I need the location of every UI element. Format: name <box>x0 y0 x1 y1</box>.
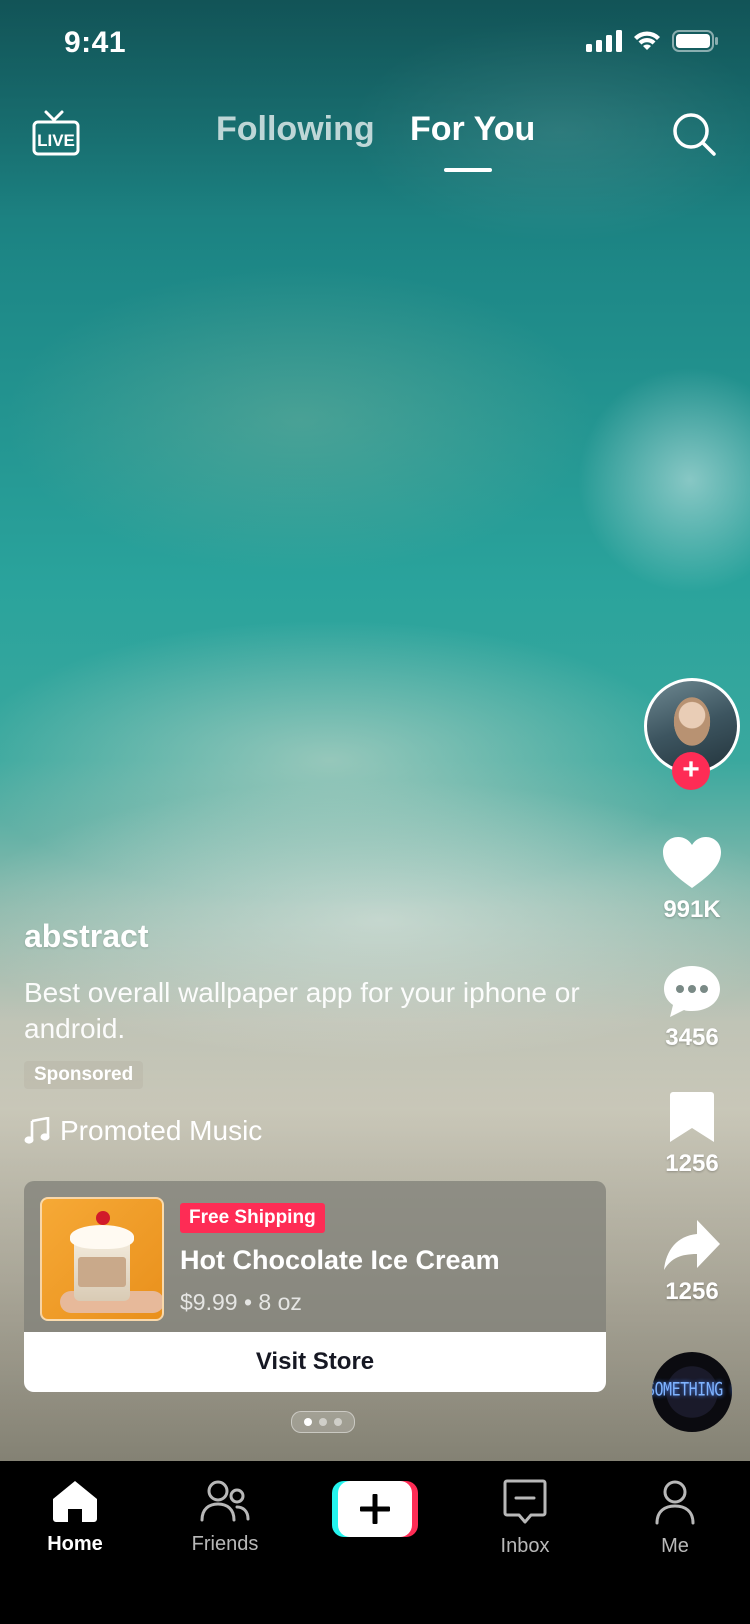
create-plus-icon <box>360 1494 390 1524</box>
share-action[interactable]: 1256 <box>640 1218 744 1306</box>
active-tab-indicator <box>444 168 492 172</box>
nav-me[interactable]: Me <box>615 1479 735 1558</box>
create-button[interactable] <box>332 1481 418 1537</box>
heart-icon <box>663 837 721 888</box>
page-dot-3 <box>334 1418 342 1426</box>
music-label: Promoted Music <box>60 1115 263 1146</box>
save-action[interactable]: 1256 <box>640 1090 744 1178</box>
wifi-icon <box>634 31 660 50</box>
follow-button[interactable]: + <box>672 752 710 790</box>
nav-home-label: Home <box>47 1533 103 1555</box>
top-nav: LIVE Following For You <box>0 100 750 180</box>
svg-text:LIVE: LIVE <box>37 131 75 150</box>
battery-icon <box>672 30 718 52</box>
share-count: 1256 <box>665 1278 719 1305</box>
post-description: Best overall wallpaper app for your ipho… <box>24 977 580 1044</box>
profile-icon <box>655 1480 695 1525</box>
live-tv-icon: LIVE <box>32 110 80 156</box>
comment-action[interactable]: 3456 <box>640 964 744 1052</box>
share-arrow-icon <box>664 1220 720 1270</box>
page-indicator <box>291 1411 355 1433</box>
post-caption: abstract Best overall wallpaper app for … <box>24 918 584 1147</box>
status-bar: 9:41 <box>0 0 750 90</box>
nav-inbox-label: Inbox <box>500 1535 550 1557</box>
search-icon <box>673 113 716 156</box>
free-shipping-badge: Free Shipping <box>180 1203 325 1233</box>
save-count: 1256 <box>665 1150 719 1177</box>
cellular-signal-icon <box>586 30 622 52</box>
nav-home[interactable]: Home <box>15 1479 135 1556</box>
page-dot-2 <box>319 1418 327 1426</box>
live-button[interactable]: LIVE <box>30 108 82 158</box>
product-price-size: $9.99 • 8 oz <box>180 1289 302 1315</box>
product-card[interactable]: Free Shipping Hot Chocolate Ice Cream $9… <box>24 1181 606 1392</box>
comment-count: 3456 <box>665 1024 719 1051</box>
like-count: 991K <box>663 896 721 923</box>
music-note-icon <box>24 1117 50 1144</box>
nav-inbox[interactable]: Inbox <box>465 1479 585 1558</box>
post-username[interactable]: abstract <box>24 918 584 955</box>
product-info[interactable]: Free Shipping Hot Chocolate Ice Cream $9… <box>24 1181 606 1332</box>
tab-following[interactable]: Following <box>216 110 375 149</box>
nav-friends-label: Friends <box>191 1533 259 1555</box>
comment-icon <box>664 966 720 1017</box>
music-row[interactable]: Promoted Music <box>24 1115 584 1147</box>
friends-icon <box>200 1480 250 1522</box>
tab-for-you[interactable]: For You <box>410 110 535 149</box>
app-screen: 9:41 LIVE Following For You + 991K 3456 … <box>0 0 750 1624</box>
sponsored-badge: Sponsored <box>24 1061 144 1089</box>
like-action[interactable]: 991K <box>640 836 744 924</box>
music-disc[interactable]: SOMETHING GRE <box>652 1352 732 1432</box>
product-name: Hot Chocolate Ice Cream <box>180 1245 500 1275</box>
page-dot-1 <box>304 1418 312 1426</box>
status-icons <box>586 30 718 52</box>
nav-friends[interactable]: Friends <box>165 1479 285 1556</box>
bottom-nav: Home Friends Inbox Me <box>0 1461 750 1624</box>
inbox-icon <box>503 1479 547 1524</box>
visit-store-button[interactable]: Visit Store <box>24 1332 606 1392</box>
status-time: 9:41 <box>64 26 127 59</box>
nav-me-label: Me <box>661 1535 689 1557</box>
product-image[interactable] <box>40 1197 164 1321</box>
bookmark-icon <box>670 1092 714 1142</box>
search-button[interactable] <box>670 110 718 158</box>
music-disc-text: SOMETHING GRE <box>652 1377 732 1401</box>
home-icon <box>53 1481 97 1522</box>
